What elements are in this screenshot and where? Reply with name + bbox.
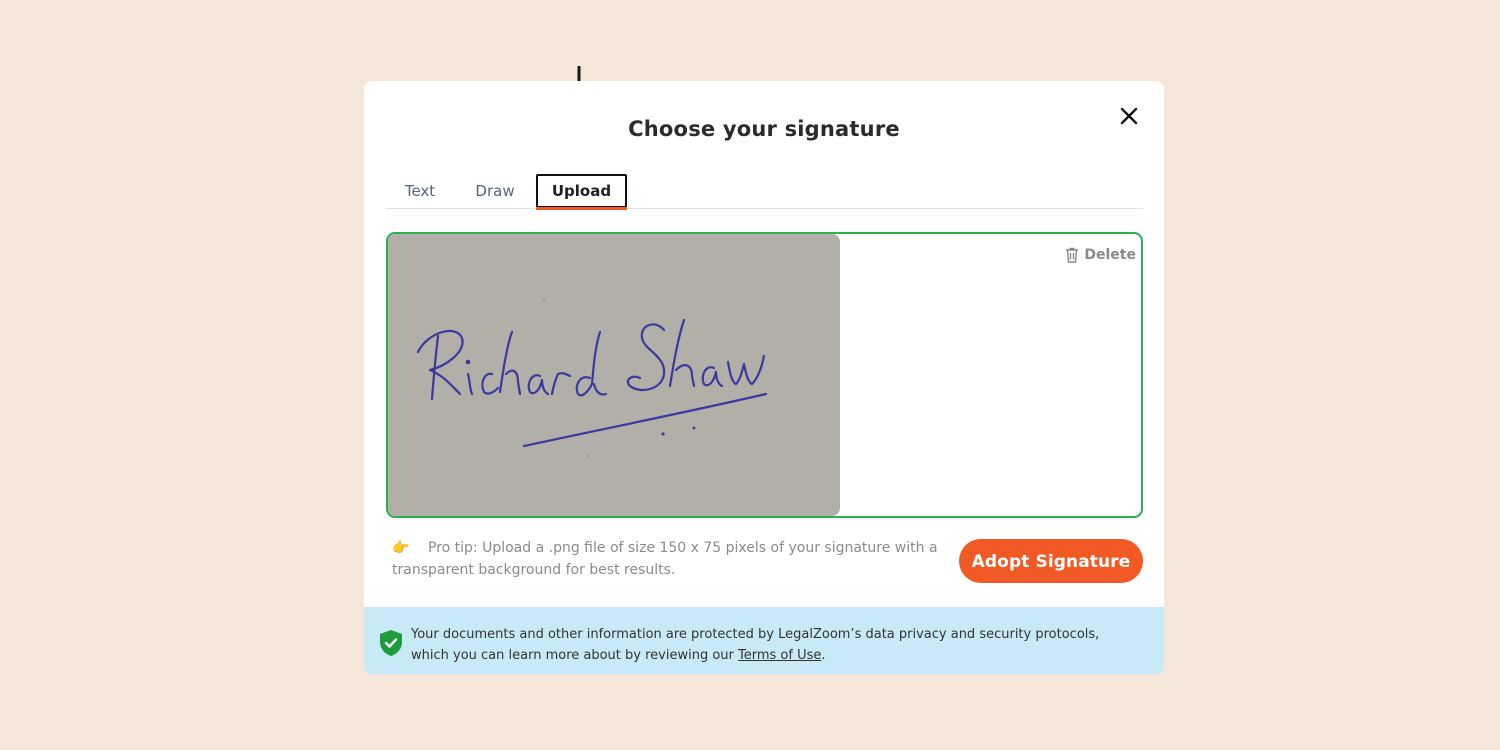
signature-modal: Choose your signature Text Draw Upload D… <box>364 81 1164 674</box>
uploaded-signature-image <box>388 234 840 516</box>
delete-label: Delete <box>1084 247 1136 263</box>
tab-upload[interactable]: Upload <box>536 175 627 208</box>
tab-text[interactable]: Text <box>398 175 442 208</box>
modal-title: Choose your signature <box>628 117 900 141</box>
privacy-text: Your documents and other information are… <box>411 624 1141 666</box>
pro-tip-text: Pro tip: Upload a .png file of size 150 … <box>392 540 938 578</box>
shield-check-icon <box>380 630 402 656</box>
privacy-text-end: . <box>821 648 826 663</box>
terms-of-use-link[interactable]: Terms of Use <box>738 648 821 663</box>
privacy-footer: Your documents and other information are… <box>364 607 1164 674</box>
trash-icon <box>1066 247 1079 263</box>
signature-drawing <box>416 298 768 458</box>
upload-preview-area[interactable]: Delete <box>386 232 1143 518</box>
active-tab-indicator <box>536 207 627 210</box>
delete-button[interactable]: Delete <box>1065 244 1136 266</box>
close-icon[interactable] <box>1116 103 1142 129</box>
pointing-hand-icon: 👉 <box>392 540 410 556</box>
adopt-signature-button[interactable]: Adopt Signature <box>959 539 1143 583</box>
signature-tabs: Text Draw Upload <box>386 174 1143 210</box>
tab-draw[interactable]: Draw <box>471 175 519 208</box>
pro-tip: 👉 Pro tip: Upload a .png file of size 150… <box>392 537 962 581</box>
